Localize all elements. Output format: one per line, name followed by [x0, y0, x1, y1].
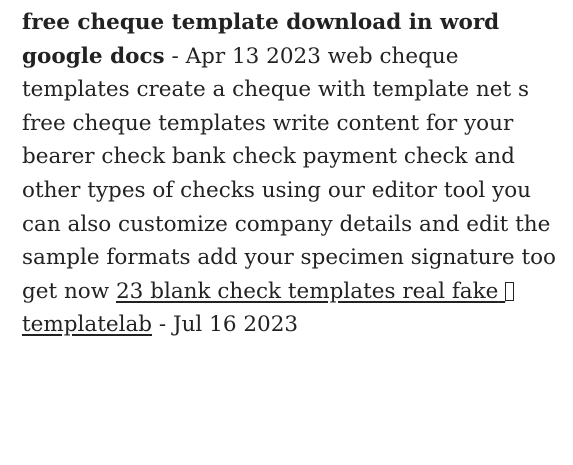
entry-2-link-text: 23 blank check templates real fake	[116, 278, 499, 304]
entry-1: free cheque template download in word go…	[22, 6, 570, 342]
entry-1-body: web cheque templates create a cheque wit…	[22, 43, 556, 304]
entry-1-separator: -	[164, 43, 186, 69]
entry-2-link-text-2: templatelab	[22, 312, 153, 338]
entry-1-date: Apr 13 2023	[185, 43, 321, 69]
entry-2-separator: -	[152, 312, 173, 338]
missing-glyph-icon	[505, 281, 515, 301]
entry-2-date: Jul 16 2023	[172, 312, 299, 338]
search-snippet: free cheque template download in word go…	[22, 6, 570, 342]
